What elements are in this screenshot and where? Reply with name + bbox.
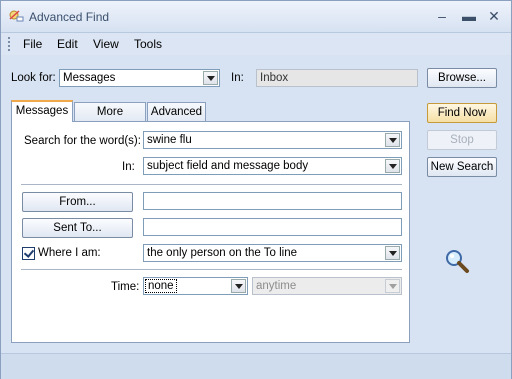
new-search-button[interactable]: New Search [427, 157, 497, 177]
search-words-label: Search for the word(s): [24, 135, 141, 147]
menu-file[interactable]: File [23, 37, 42, 51]
look-for-select[interactable]: Messages [59, 69, 220, 87]
from-button[interactable]: From... [22, 192, 133, 212]
chevron-down-icon [385, 279, 400, 293]
sent-to-field[interactable] [143, 218, 402, 236]
menu-edit[interactable]: Edit [57, 37, 78, 51]
chevron-down-icon[interactable] [385, 133, 400, 147]
time-range-value: anytime [256, 280, 297, 292]
look-for-label: Look for: [11, 72, 56, 84]
search-in-value: subject field and message body [147, 160, 309, 172]
advanced-find-icon [9, 10, 24, 22]
from-field[interactable] [143, 192, 402, 210]
time-range-select: anytime [252, 277, 402, 295]
time-select[interactable]: none [143, 277, 248, 295]
tab-more-choices[interactable]: More Choices [74, 102, 146, 136]
menu-tools[interactable]: Tools [134, 37, 162, 51]
where-i-am-label: Where I am: [38, 247, 101, 259]
in-folder-field: Inbox [256, 69, 418, 87]
menu-bar: File Edit View Tools [1, 33, 511, 55]
in-folder-value: Inbox [260, 72, 289, 84]
separator [21, 269, 402, 270]
in-folder-label: In: [231, 72, 244, 84]
find-now-button[interactable]: Find Now [427, 103, 497, 123]
chevron-down-icon[interactable] [231, 279, 246, 293]
magnifier-icon [446, 250, 469, 273]
search-in-label: In: [122, 161, 135, 173]
chevron-down-icon[interactable] [203, 71, 218, 85]
look-for-value: Messages [63, 72, 116, 84]
status-bar [1, 353, 511, 379]
tab-advanced[interactable]: Advanced [147, 102, 206, 121]
chevron-down-icon[interactable] [385, 246, 400, 260]
title-bar: Advanced Find – ▬ ✕ [1, 1, 511, 33]
minimize-button[interactable]: – [431, 7, 453, 25]
where-i-am-checkbox[interactable] [22, 247, 35, 260]
tab-messages[interactable]: Messages [11, 100, 73, 122]
maximize-button[interactable]: ▬ [458, 7, 480, 25]
time-label: Time: [111, 281, 140, 293]
time-value: none [145, 279, 177, 293]
search-words-value: swine flu [147, 134, 192, 146]
sent-to-button[interactable]: Sent To... [22, 218, 133, 238]
search-in-select[interactable]: subject field and message body [143, 157, 402, 175]
menu-grip-icon [8, 37, 12, 51]
stop-button: Stop [427, 130, 497, 150]
close-button[interactable]: ✕ [483, 7, 505, 25]
window-title: Advanced Find [29, 10, 110, 24]
menu-view[interactable]: View [93, 37, 119, 51]
where-i-am-select[interactable]: the only person on the To line [143, 244, 402, 262]
browse-button[interactable]: Browse... [427, 68, 497, 88]
search-words-input[interactable]: swine flu [143, 131, 402, 149]
chevron-down-icon[interactable] [385, 159, 400, 173]
advanced-find-window: Advanced Find – ▬ ✕ File Edit View Tools… [0, 0, 512, 379]
separator [21, 184, 402, 185]
where-i-am-value: the only person on the To line [147, 247, 298, 259]
